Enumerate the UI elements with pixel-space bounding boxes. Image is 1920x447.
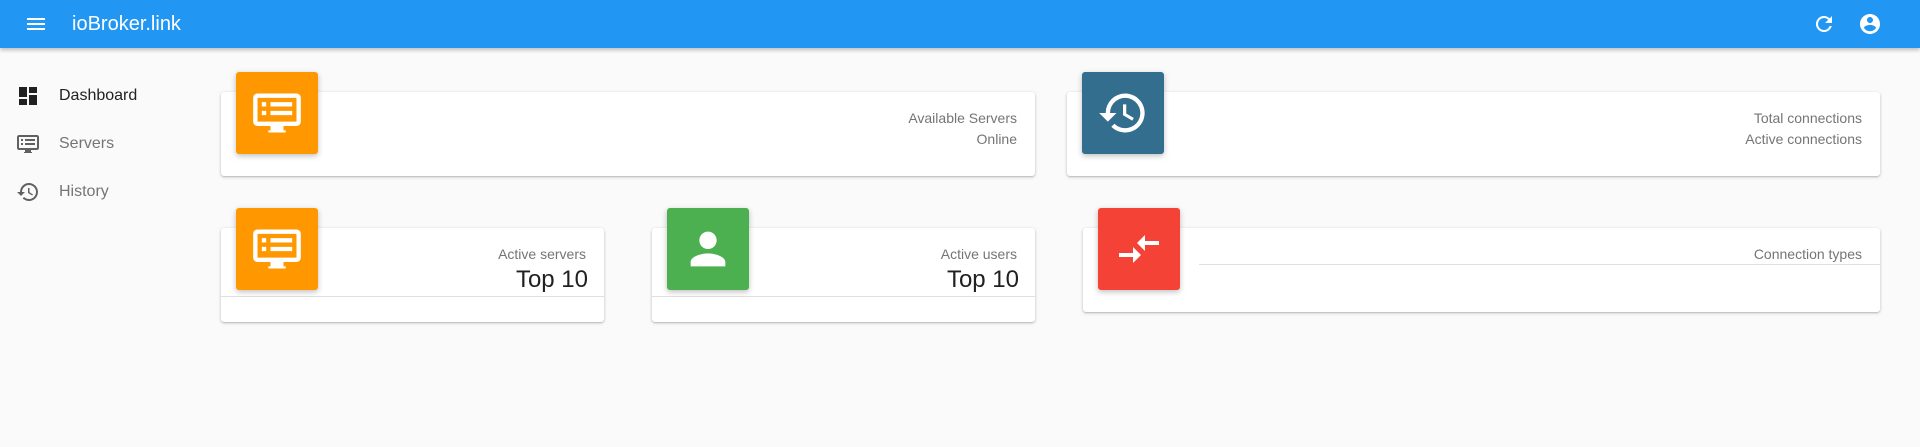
server-icon xyxy=(236,208,318,290)
app-title: ioBroker.link xyxy=(72,13,181,35)
history-icon xyxy=(1082,72,1164,154)
available-servers-label: Available Servers xyxy=(908,110,1017,126)
refresh-icon[interactable] xyxy=(1812,12,1836,36)
sidebar-item-history[interactable]: History xyxy=(0,168,210,216)
divider xyxy=(221,296,604,297)
available-servers-card: Available Servers Online xyxy=(221,92,1035,176)
app-bar: ioBroker.link xyxy=(0,0,1920,48)
servers-icon xyxy=(16,132,40,156)
online-label: Online xyxy=(976,131,1017,147)
top-ten-heading: Top 10 xyxy=(515,266,588,293)
sidebar-item-dashboard[interactable]: Dashboard xyxy=(0,72,210,120)
sidebar-item-label: Dashboard xyxy=(59,87,138,104)
active-servers-label: Active servers xyxy=(498,246,586,262)
total-connections-label: Total connections xyxy=(1753,110,1862,126)
divider xyxy=(652,296,1035,297)
top-ten-heading: Top 10 xyxy=(946,266,1019,293)
connection-types-label: Connection types xyxy=(1753,246,1862,262)
server-icon xyxy=(236,72,318,154)
connection-types-card: Connection types xyxy=(1083,228,1880,312)
active-users-label: Active users xyxy=(940,246,1017,262)
compare-arrows-icon xyxy=(1098,208,1180,290)
sidebar-item-label: Servers xyxy=(59,135,115,152)
history-icon xyxy=(16,180,40,204)
person-icon xyxy=(667,208,749,290)
divider xyxy=(1199,264,1880,265)
active-connections-label: Active connections xyxy=(1745,131,1862,147)
menu-icon[interactable] xyxy=(24,12,48,36)
dashboard-icon xyxy=(16,84,40,108)
sidebar-item-label: History xyxy=(59,183,109,200)
sidebar-item-servers[interactable]: Servers xyxy=(0,120,210,168)
account-circle-icon[interactable] xyxy=(1858,12,1882,36)
connections-card: Total connections Active connections xyxy=(1067,92,1880,176)
